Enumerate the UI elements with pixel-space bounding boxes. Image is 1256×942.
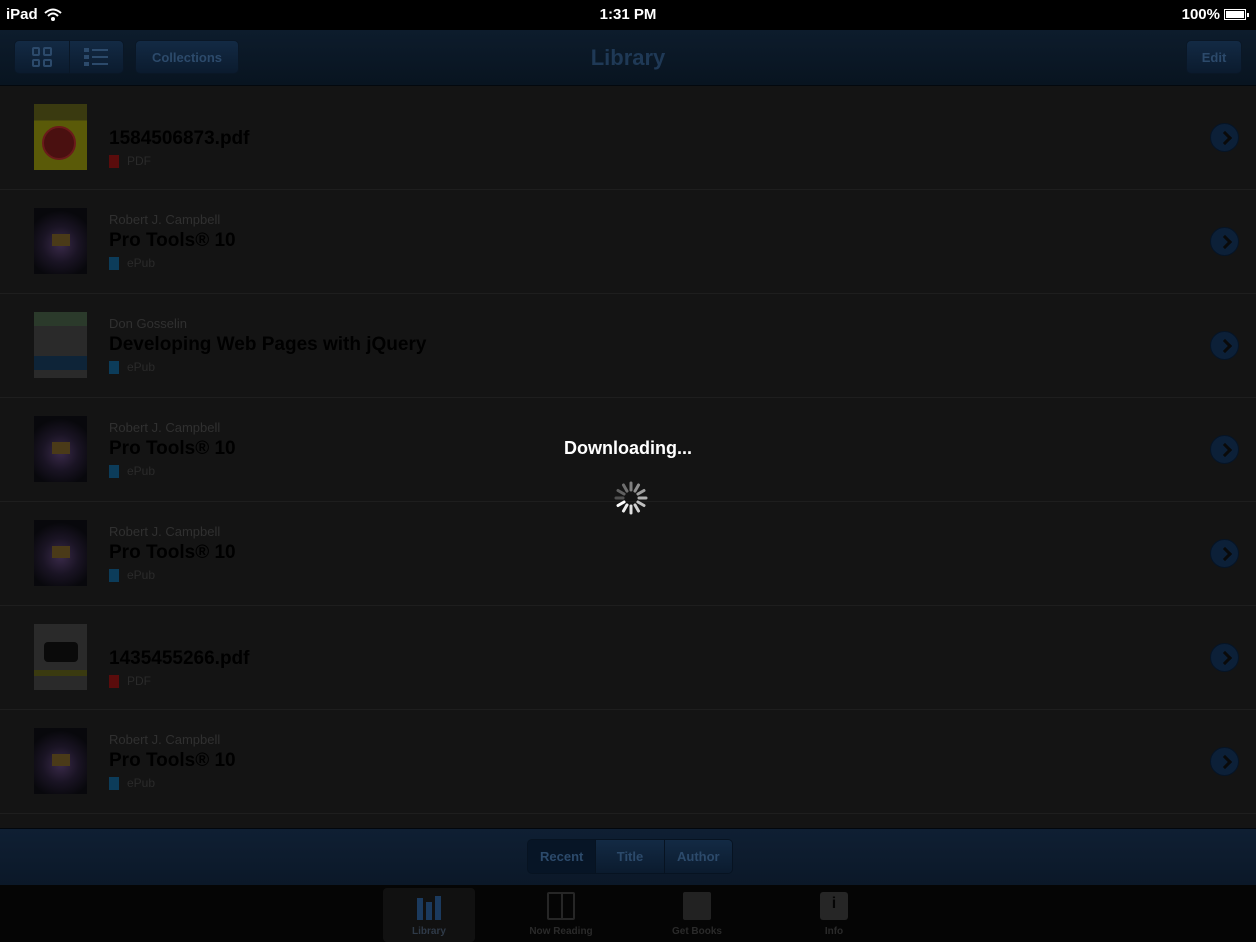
book-format: ePub [109,776,236,790]
book-row[interactable]: 1435455266.pdf PDF [0,606,1256,710]
tab-library-label: Library [412,926,446,937]
book-cover-thumbnail [34,520,87,586]
spinner-tick [636,489,646,496]
tab-info-label: Info [824,926,844,937]
book-format-label: ePub [127,360,156,374]
spinner-tick [616,500,626,507]
spinner-icon [614,481,648,515]
get-books-icon [683,892,711,920]
book-format-label: ePub [127,568,156,582]
tab-bar: Library Now Reading Get Books Info [0,885,1256,942]
detail-disclosure-icon[interactable] [1210,747,1239,776]
book-meta: Robert J. Campbell Pro Tools® 10 ePub [109,524,236,582]
book-row[interactable]: Don Gosselin Developing Web Pages with jQ… [0,294,1256,398]
book-cover-thumbnail [34,624,87,690]
detail-disclosure-icon[interactable] [1210,643,1239,672]
epub-file-icon [109,464,119,478]
book-cover-thumbnail [34,104,87,170]
book-cover-thumbnail [34,312,87,378]
book-author: Don Gosselin [109,316,188,331]
book-format-label: ePub [127,464,156,478]
spinner-tick [622,483,629,493]
epub-file-icon [109,256,119,270]
tab-get-books[interactable]: Get Books [651,888,743,942]
tab-now-reading[interactable]: Now Reading [515,888,607,942]
book-format-label: PDF [127,154,151,168]
book-author: Robert J. Campbell [109,524,221,539]
spinner-tick [633,503,640,513]
sort-bar: Recent Title Author [0,828,1256,886]
book-format: PDF [109,674,250,688]
book-title: Developing Web Pages with jQuery [109,334,427,355]
book-title: Pro Tools® 10 [109,542,236,563]
book-row[interactable]: Robert J. Campbell Pro Tools® 10 ePub [0,710,1256,814]
book-title: 1435455266.pdf [109,648,250,669]
status-bar: iPad 1:31 PM 100% [0,0,1256,30]
book-author: Robert J. Campbell [109,420,221,435]
book-row[interactable]: Robert J. Campbell Pro Tools® 10 ePub [0,190,1256,294]
status-right: 100% [1181,6,1249,23]
downloading-message: Downloading... [564,438,692,458]
spinner-tick [616,489,626,496]
spinner-tick [636,500,646,507]
book-title: Pro Tools® 10 [109,230,236,251]
sort-author-button[interactable]: Author [663,840,732,873]
pdf-file-icon [109,154,119,168]
battery-percent: 100% [1181,6,1220,23]
book-meta: 1584506873.pdf PDF [109,126,250,168]
pdf-file-icon [109,674,119,688]
spinner-tick [633,483,640,493]
book-format-label: PDF [127,674,151,688]
book-format-label: ePub [127,256,156,270]
detail-disclosure-icon[interactable] [1210,539,1239,568]
info-icon [820,892,848,920]
tab-library[interactable]: Library [383,888,475,942]
book-author: Robert J. Campbell [109,212,221,227]
book-cover-thumbnail [34,208,87,274]
status-time: 1:31 PM [599,6,657,23]
edit-button[interactable]: Edit [1186,40,1242,74]
tab-get-books-label: Get Books [671,926,722,937]
tab-info[interactable]: Info [788,888,880,942]
book-format-label: ePub [127,776,156,790]
book-meta: 1435455266.pdf PDF [109,646,250,688]
book-meta: Don Gosselin Developing Web Pages with jQ… [109,316,426,374]
spinner-tick [622,503,629,513]
epub-file-icon [109,776,119,790]
book-format: ePub [109,464,236,478]
detail-disclosure-icon[interactable] [1210,331,1239,360]
page-title: Library [590,45,666,70]
book-author: Robert J. Campbell [109,732,221,747]
library-icon [415,892,443,920]
book-meta: Robert J. Campbell Pro Tools® 10 ePub [109,212,236,270]
book-title: 1584506873.pdf [109,128,250,149]
sort-recent-button[interactable]: Recent [528,840,596,873]
book-format: ePub [109,568,236,582]
tab-now-reading-label: Now Reading [529,926,593,937]
epub-file-icon [109,568,119,582]
book-format: ePub [109,360,426,374]
nav-bar: Collections Library Edit [0,30,1256,86]
sort-segmented-control: Recent Title Author [527,839,733,874]
epub-file-icon [109,360,119,374]
sort-title-button[interactable]: Title [595,840,664,873]
battery-icon [1224,9,1249,20]
detail-disclosure-icon[interactable] [1210,227,1239,256]
open-book-icon [547,892,575,920]
detail-disclosure-icon[interactable] [1210,123,1239,152]
book-meta: Robert J. Campbell Pro Tools® 10 ePub [109,732,236,790]
book-row[interactable]: 1584506873.pdf PDF [0,86,1256,190]
book-format: ePub [109,256,236,270]
book-title: Pro Tools® 10 [109,750,236,771]
book-format: PDF [109,154,250,168]
book-cover-thumbnail [34,728,87,794]
